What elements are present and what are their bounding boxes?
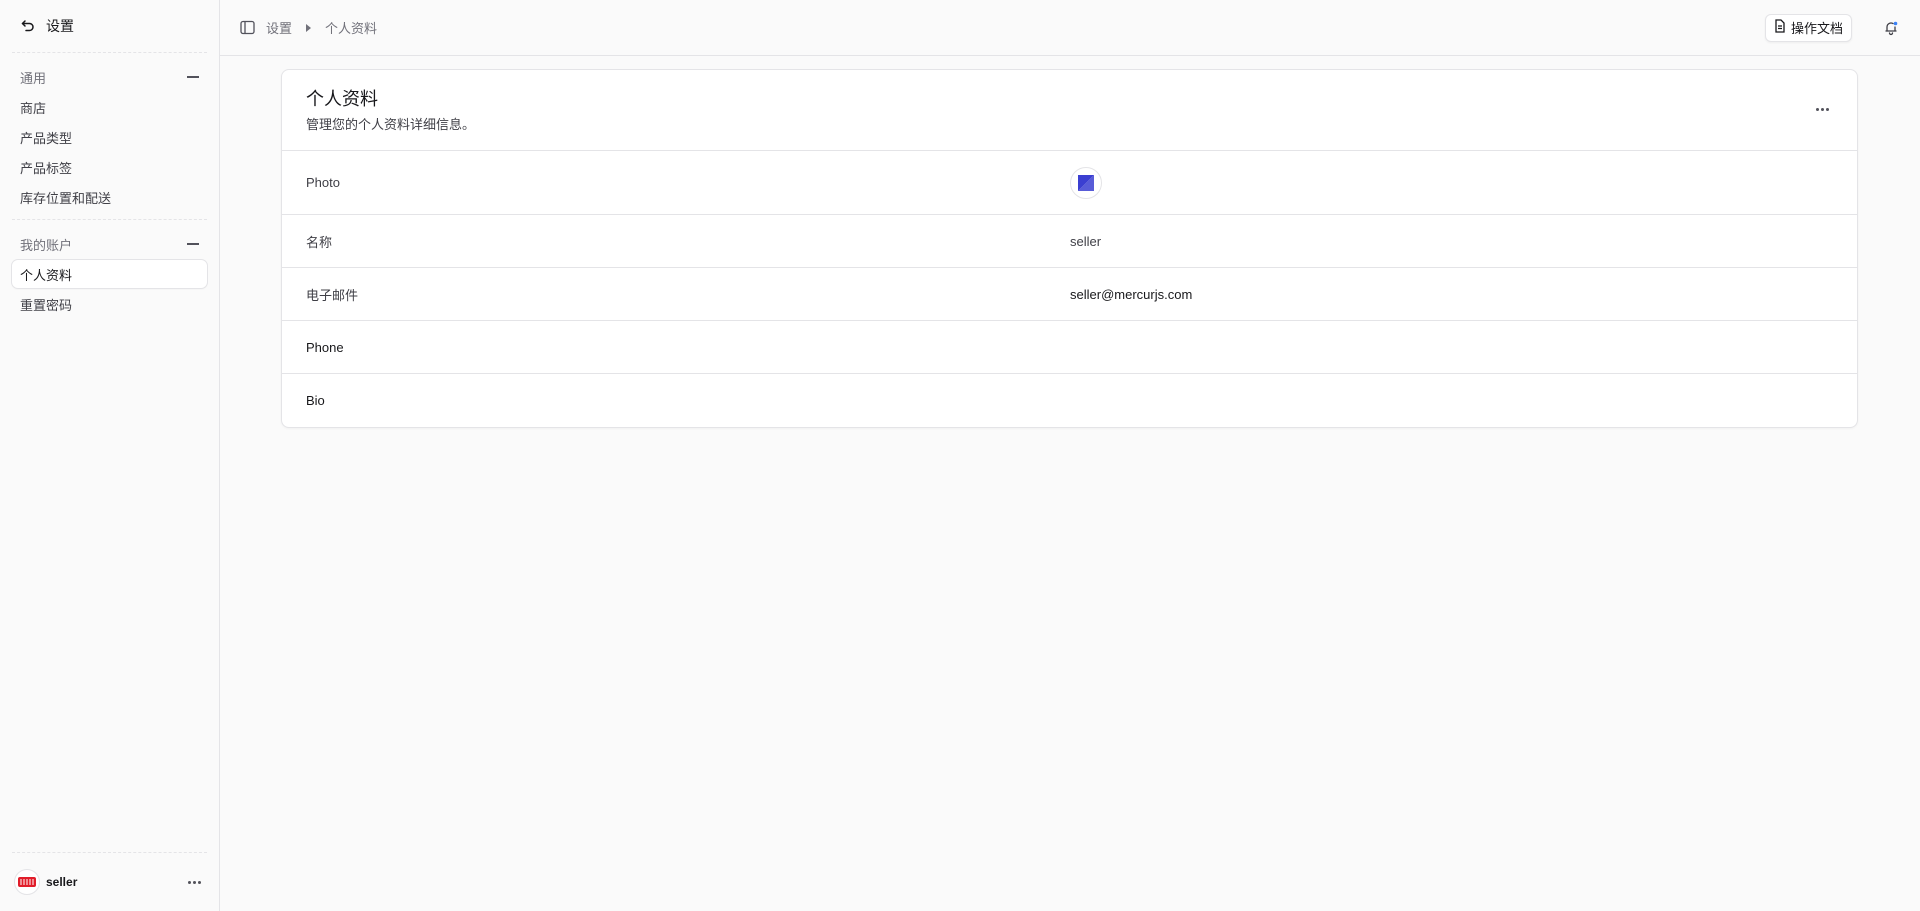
topbar: 设置 个人资料 操作文档	[220, 0, 1920, 56]
profile-photo	[1070, 166, 1102, 199]
more-options-icon	[1812, 104, 1833, 115]
sidebar-item-label: 重置密码	[20, 297, 73, 313]
profile-card: 个人资料 管理您的个人资料详细信息。 Photo 名称 seller 电子邮件 …	[281, 69, 1858, 428]
field-label: 电子邮件	[306, 287, 359, 303]
profile-row-name: 名称 seller	[282, 215, 1857, 268]
breadcrumb-settings[interactable]: 设置	[266, 18, 292, 37]
profile-row-bio: Bio	[282, 374, 1857, 427]
breadcrumb-current: 个人资料	[325, 21, 378, 36]
sidebar-item-product-types[interactable]: 产品类型	[12, 123, 207, 151]
sidebar: 设置 通用 商店 产品类型 产品标签 库存位置和配送 我的账户 个人资料 重置密…	[0, 0, 220, 911]
field-label: 名称	[306, 234, 333, 250]
sidebar-item-label: 个人资料	[20, 267, 73, 283]
collapse-icon	[187, 76, 199, 78]
docs-label: 操作文档	[1790, 21, 1843, 36]
docs-button[interactable]: 操作文档	[1764, 13, 1852, 42]
sidebar-item-label: 产品类型	[20, 130, 73, 146]
content: 个人资料 管理您的个人资料详细信息。 Photo 名称 seller 电子邮件 …	[220, 56, 1920, 428]
sidebar-section-account: 我的账户 个人资料 重置密码	[0, 220, 219, 326]
field-label: Phone	[306, 339, 344, 355]
page-title: 个人资料	[306, 89, 378, 109]
sidebar-footer: seller	[0, 852, 219, 911]
profile-card-header: 个人资料 管理您的个人资料详细信息。	[282, 70, 1857, 151]
user-name: seller	[46, 875, 78, 889]
more-options-icon[interactable]	[184, 877, 205, 888]
section-title-general: 通用	[20, 70, 47, 86]
card-more-button[interactable]	[1812, 88, 1833, 150]
notifications-bell-icon[interactable]	[1880, 17, 1902, 39]
sidebar-item-label: 商店	[20, 100, 47, 116]
field-value-name: seller	[1070, 233, 1102, 249]
sidebar-item-profile[interactable]: 个人资料	[12, 260, 207, 288]
sidebar-item-locations-shipping[interactable]: 库存位置和配送	[12, 183, 207, 211]
field-label: Bio	[306, 393, 325, 408]
field-value-photo	[1070, 166, 1833, 199]
section-toggle-account[interactable]: 我的账户	[0, 230, 219, 258]
sidebar-section-general: 通用 商店 产品类型 产品标签 库存位置和配送	[0, 53, 219, 219]
sidebar-item-product-tags[interactable]: 产品标签	[12, 153, 207, 181]
profile-row-email: 电子邮件 seller@mercurjs.com	[282, 268, 1857, 321]
section-toggle-general[interactable]: 通用	[0, 63, 219, 91]
main-area: 设置 个人资料 操作文档 个人资料 管理您的个人资料详细信息。 Photo 名称…	[220, 0, 1920, 911]
app-root: 设置 通用 商店 产品类型 产品标签 库存位置和配送 我的账户 个人资料 重置密…	[0, 0, 1920, 911]
breadcrumb-separator-icon	[306, 23, 312, 32]
sidebar-item-label: 库存位置和配送	[20, 190, 112, 206]
sidebar-item-store[interactable]: 商店	[12, 93, 207, 121]
document-icon	[1774, 19, 1786, 36]
back-arrow-icon	[20, 18, 36, 34]
sidebar-item-reset-password[interactable]: 重置密码	[12, 290, 207, 318]
user-menu[interactable]: seller	[0, 853, 219, 911]
profile-row-photo: Photo	[282, 151, 1857, 215]
profile-row-phone: Phone	[282, 321, 1857, 374]
back-label: 设置	[46, 18, 74, 34]
sidebar-item-label: 产品标签	[20, 160, 73, 176]
field-label: Photo	[306, 175, 340, 190]
collapse-icon	[187, 243, 199, 245]
avatar	[14, 869, 40, 895]
sidebar-toggle-icon[interactable]	[238, 19, 256, 37]
page-subtitle: 管理您的个人资料详细信息。	[306, 117, 476, 132]
field-value-email: seller@mercurjs.com	[1070, 286, 1193, 302]
back-to-settings-button[interactable]: 设置	[0, 0, 219, 52]
section-title-account: 我的账户	[20, 237, 73, 253]
